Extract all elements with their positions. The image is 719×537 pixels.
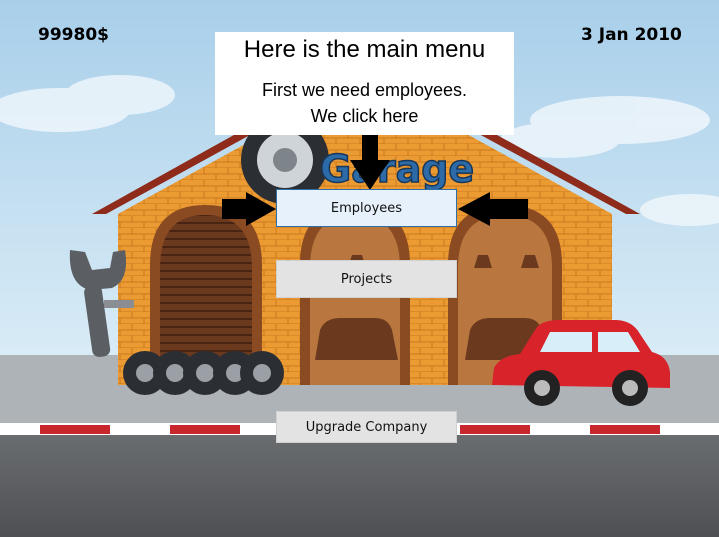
upgrade-company-button[interactable]: Upgrade Company xyxy=(276,411,457,443)
date-display: 3 Jan 2010 xyxy=(581,25,682,45)
tutorial-line-1: First we need employees. xyxy=(261,80,468,100)
tutorial-box: Here is the main menu First we need empl… xyxy=(215,32,514,135)
tire-stack-icon xyxy=(123,351,284,395)
road xyxy=(0,435,719,537)
tutorial-line-2: We click here xyxy=(310,106,419,126)
projects-button[interactable]: Projects xyxy=(276,260,457,298)
tutorial-title: Here is the main menu xyxy=(243,36,486,63)
garage-sign-text: Garage xyxy=(320,147,474,191)
money-display: 99980$ xyxy=(38,25,109,45)
employees-button[interactable]: Employees xyxy=(276,189,457,227)
